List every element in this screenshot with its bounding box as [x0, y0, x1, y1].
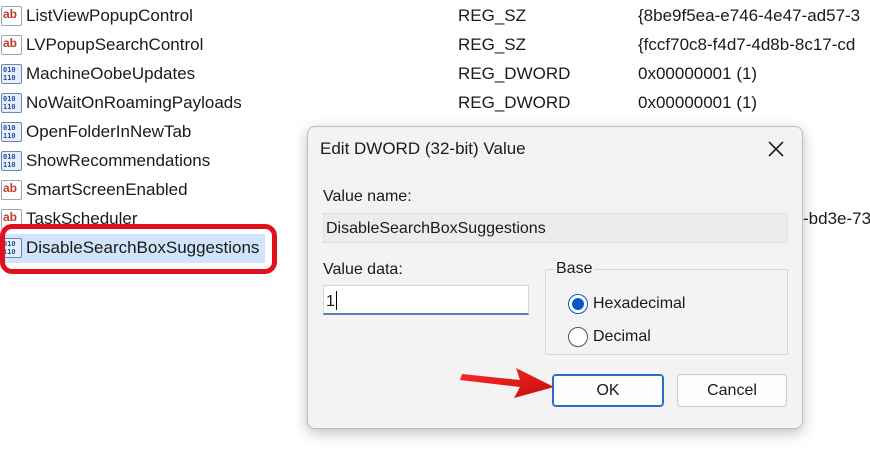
- value-data-label: Value data:: [323, 261, 403, 278]
- close-button[interactable]: [762, 135, 790, 163]
- value-data-input[interactable]: 1: [323, 285, 529, 315]
- string-value-icon: ab: [1, 180, 22, 200]
- registry-value-data: -bd3e-73: [803, 209, 870, 228]
- hexadecimal-radio[interactable]: [568, 294, 588, 314]
- binary-value-icon: 010 110: [1, 64, 22, 84]
- registry-value-data: 0x00000001 (1): [638, 64, 758, 83]
- text-caret: [335, 291, 337, 310]
- binary-value-icon: 010 110: [1, 93, 22, 113]
- registry-value-name: SmartScreenEnabled: [26, 180, 188, 199]
- dialog-title: Edit DWORD (32-bit) Value: [320, 139, 526, 158]
- value-name-label: Value name:: [323, 188, 412, 205]
- cancel-button[interactable]: Cancel: [677, 374, 787, 407]
- decimal-label[interactable]: Decimal: [593, 328, 651, 346]
- string-value-icon: ab: [1, 6, 22, 26]
- base-group: Base Hexadecimal Decimal: [545, 260, 788, 355]
- registry-value-data: {8be9f5ea-e746-4e47-ad57-3: [638, 6, 861, 25]
- close-icon: [768, 141, 784, 157]
- registry-value-name: OpenFolderInNewTab: [26, 122, 192, 141]
- registry-row[interactable]: ab LVPopupSearchControl REG_SZ {fccf70c8…: [0, 31, 870, 60]
- base-label: Base: [554, 260, 595, 278]
- registry-value-name: MachineOobeUpdates: [26, 64, 196, 83]
- registry-value-type: REG_DWORD: [458, 93, 571, 112]
- value-name-field: DisableSearchBoxSuggestions: [323, 213, 788, 243]
- registry-value-type: REG_SZ: [458, 6, 527, 25]
- red-arrow-icon: [460, 368, 554, 398]
- value-data-text: 1: [326, 293, 335, 310]
- binary-value-icon: 010 110: [1, 122, 22, 142]
- registry-value-data: {fccf70c8-f4d7-4d8b-8c17-cd: [638, 35, 856, 54]
- registry-row[interactable]: 010 110 MachineOobeUpdates REG_DWORD 0x00…: [0, 60, 870, 89]
- registry-value-name: NoWaitOnRoamingPayloads: [26, 93, 242, 112]
- registry-value-name: ListViewPopupControl: [26, 6, 193, 25]
- ok-button[interactable]: OK: [552, 374, 664, 407]
- registry-value-name: LVPopupSearchControl: [26, 35, 204, 54]
- registry-value-data: 0x00000001 (1): [638, 93, 758, 112]
- registry-row[interactable]: ab ListViewPopupControl REG_SZ {8be9f5ea…: [0, 2, 870, 31]
- hexadecimal-label[interactable]: Hexadecimal: [593, 295, 685, 313]
- registry-row[interactable]: 010 110 NoWaitOnRoamingPayloads REG_DWORD…: [0, 89, 870, 118]
- decimal-radio[interactable]: [568, 327, 588, 347]
- registry-value-type: REG_DWORD: [458, 64, 571, 83]
- binary-value-icon: 010 110: [1, 151, 22, 171]
- highlight-outline: [0, 224, 277, 274]
- registry-value-name: ShowRecommendations: [26, 151, 211, 170]
- registry-value-type: REG_SZ: [458, 35, 527, 54]
- string-value-icon: ab: [1, 35, 22, 55]
